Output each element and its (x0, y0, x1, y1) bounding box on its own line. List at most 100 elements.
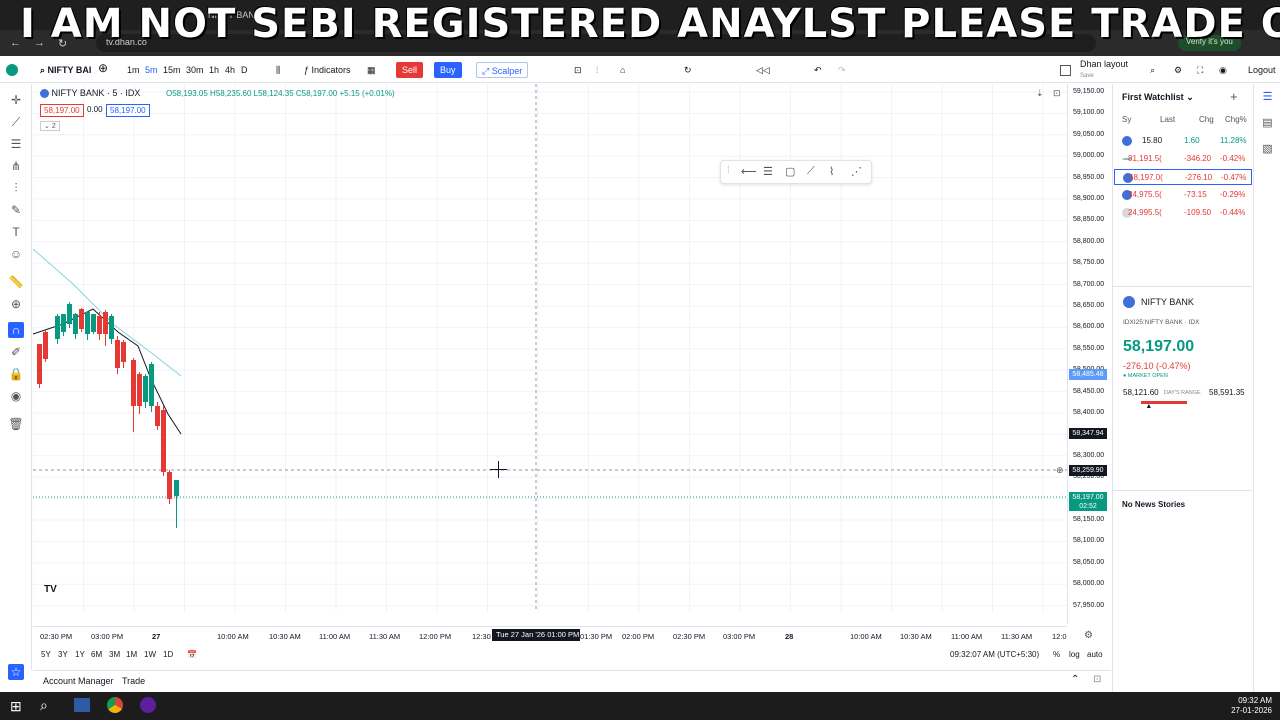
sell-price-box[interactable]: 58,197.00 (40, 104, 84, 117)
templates-icon[interactable]: ▦ (367, 62, 376, 78)
expand-panel-icon[interactable]: ⌃ (1071, 674, 1079, 685)
col-chgp[interactable]: Chg% (1225, 115, 1247, 124)
line-icon[interactable]: ⟋ (807, 165, 815, 178)
watchlist-row[interactable]: 81,191.5(-346.20 -0.42% (1114, 151, 1252, 167)
time-settings-icon[interactable]: ⚙ (1084, 630, 1093, 641)
lines-icon[interactable]: ☰ (763, 165, 773, 178)
windows-start-icon[interactable]: ⊞ (10, 698, 22, 715)
path-icon[interactable]: ⌇ (829, 165, 834, 178)
interval-15m[interactable]: 15m (163, 62, 181, 78)
ray-icon[interactable]: ⟵ (741, 165, 757, 178)
candle-type-icon[interactable]: ⫼ (276, 62, 280, 78)
rectangle-icon[interactable]: ▢ (785, 165, 795, 178)
crosshair-icon[interactable]: ✛ (8, 92, 24, 108)
redo-icon[interactable]: ↷ (838, 62, 846, 78)
lock-icon[interactable]: 🔒 (8, 366, 24, 382)
refresh-icon[interactable]: ↻ (684, 62, 692, 78)
scalper-button[interactable]: ⤢ Scalper (476, 62, 529, 78)
ruler-icon[interactable]: 📏 (8, 274, 24, 290)
alert-icon[interactable]: ⊡ (574, 62, 582, 78)
percent-toggle[interactable]: % (1053, 650, 1060, 659)
range-1w[interactable]: 1W (144, 650, 156, 659)
eye-icon[interactable]: ◉ (8, 388, 24, 404)
zoom-in-icon[interactable]: ⊕ (8, 296, 24, 312)
search-icon[interactable]: ⌕ (40, 697, 48, 714)
layout-selector[interactable]: Dhan layout Save (1080, 59, 1128, 79)
interval-1m[interactable]: 1m (127, 62, 140, 78)
chrome-icon[interactable] (107, 697, 123, 713)
tradingview-logo-icon[interactable]: TV (44, 584, 57, 595)
watchlist-row[interactable]: 24,995.5(-109.50 -0.44% (1114, 205, 1252, 221)
range-1y[interactable]: 1Y (75, 650, 85, 659)
indicators-button[interactable]: ƒ Indicators (304, 62, 351, 78)
range-3y[interactable]: 3Y (58, 650, 68, 659)
auto-toggle[interactable]: auto (1087, 650, 1103, 659)
layout-icon[interactable] (1060, 65, 1071, 76)
maximize-panel-icon[interactable]: ⊡ (1093, 674, 1101, 685)
trendline-icon[interactable]: ⟋ (8, 114, 24, 130)
range-3m[interactable]: 3M (109, 650, 120, 659)
watchlist-icon[interactable]: ☰ (1260, 90, 1275, 105)
interval-5m[interactable]: 5m (145, 62, 158, 78)
watchlist-row[interactable]: 15.80 1.60 11.28% (1114, 133, 1252, 149)
magnet-icon[interactable]: ∩ (8, 322, 24, 338)
log-toggle[interactable]: log (1069, 650, 1080, 659)
price-scale[interactable]: 59,150.00 59,100.00 59,050.00 59,000.00 58,9… (1067, 84, 1111, 624)
fib-icon[interactable]: ⫶ (8, 180, 24, 196)
fullscreen-icon[interactable]: ⛶ (1197, 62, 1203, 78)
watchlist-row[interactable]: 24,975.5(-73.15 -0.29% (1114, 187, 1252, 203)
pitchfork-icon[interactable]: ⋔ (8, 158, 24, 174)
add-symbol-icon[interactable]: + (1230, 89, 1238, 104)
collapse-arrow-icon[interactable]: ⇣ (1036, 88, 1044, 99)
system-clock[interactable]: 09:32 AM 27-01-2026 (1231, 696, 1272, 716)
basket-icon[interactable]: ⌂ (620, 62, 625, 78)
replay-icon[interactable]: ⫶ (596, 62, 598, 78)
undo-icon[interactable]: ↶ (814, 62, 822, 78)
settings-icon[interactable]: ⚙ (1174, 62, 1182, 78)
add-alert-icon[interactable]: ⊕ (1056, 465, 1064, 476)
interval-30m[interactable]: 30m (186, 62, 204, 78)
account-manager-tab[interactable]: Account Manager (43, 676, 114, 686)
compare-icon[interactable]: ⊕ (98, 60, 108, 76)
trash-icon[interactable]: 🗑 (8, 416, 24, 432)
interval-1h[interactable]: 1h (209, 62, 219, 78)
alerts-icon[interactable]: ▤ (1260, 116, 1275, 131)
col-symbol[interactable]: Sy (1122, 115, 1131, 124)
interval-d[interactable]: D (241, 62, 248, 78)
screenshot-icon[interactable]: ◉ (1219, 62, 1227, 78)
range-5y[interactable]: 5Y (41, 650, 51, 659)
price-chart[interactable] (32, 84, 1067, 612)
col-chg[interactable]: Chg (1199, 115, 1214, 124)
rewind-icon[interactable]: ◁◁ (756, 62, 770, 78)
logout-button[interactable]: Logout (1248, 62, 1276, 78)
legend-title[interactable]: NIFTY BANK · 5 · IDX (40, 88, 140, 99)
emoji-icon[interactable]: ☺ (8, 246, 24, 262)
zoom-icon[interactable]: ⌕ (1150, 62, 1155, 78)
pattern-icon[interactable]: ⋰ (851, 165, 862, 178)
toggle-icon[interactable]: ⊡ (1053, 88, 1061, 99)
buy-price-box[interactable]: 58,197.00 (106, 104, 150, 117)
brush-icon[interactable]: ✎ (8, 202, 24, 218)
indicators-collapse[interactable]: ⌄ 2 (40, 121, 60, 131)
dhan-logo-icon[interactable] (6, 64, 18, 76)
symbol-search[interactable]: ⌕ NIFTY BAI (40, 62, 91, 78)
app-icon[interactable] (74, 698, 90, 712)
timezone-clock[interactable]: 09:32:07 AM (UTC+5:30) (950, 650, 1039, 659)
range-6m[interactable]: 6M (91, 650, 102, 659)
buy-button[interactable]: Buy (434, 62, 462, 78)
interval-4h[interactable]: 4h (225, 62, 235, 78)
goto-date-icon[interactable]: 📅 (187, 650, 197, 659)
trade-tab[interactable]: Trade (122, 676, 145, 686)
text-icon[interactable]: T (8, 224, 24, 240)
chart-pane[interactable] (32, 84, 1067, 612)
watchlist-title[interactable]: First Watchlist ⌄ (1122, 92, 1194, 103)
sell-button[interactable]: Sell (396, 62, 424, 78)
browser-icon[interactable] (140, 697, 156, 713)
lock-drawing-icon[interactable]: ✐ (8, 344, 24, 360)
drag-handle-icon[interactable]: ⁞ (727, 165, 730, 176)
horizontal-lines-icon[interactable]: ☰ (8, 136, 24, 152)
range-1m[interactable]: 1M (126, 650, 137, 659)
watchlist-row[interactable]: 58,197.0(-276.10 -0.47% (1114, 169, 1252, 185)
range-1d[interactable]: 1D (163, 650, 173, 659)
favorites-icon[interactable]: ☆ (8, 664, 24, 680)
